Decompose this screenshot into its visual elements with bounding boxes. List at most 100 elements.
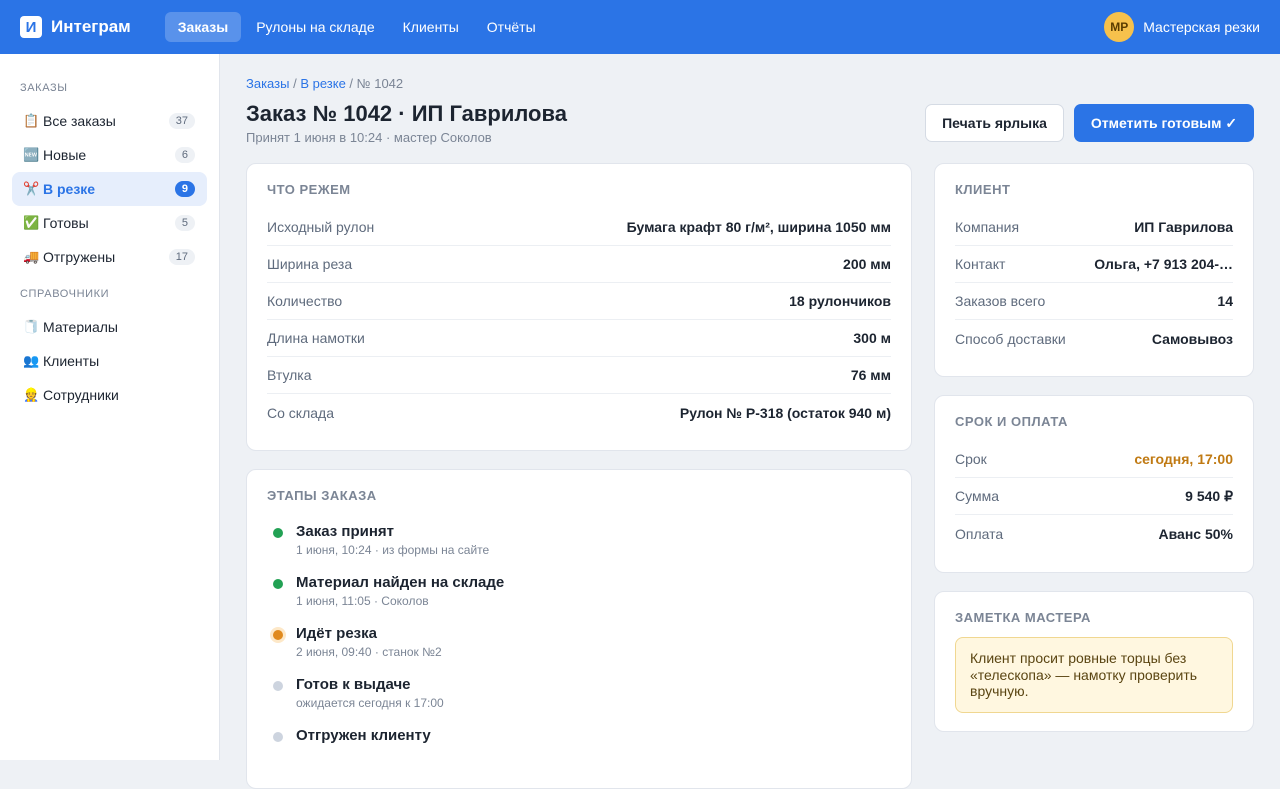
detail-row: Ширина реза 200 мм xyxy=(267,246,891,283)
count-badge: 9 xyxy=(174,181,195,197)
sidebar-item-ready[interactable]: ✅ Готовы 5 xyxy=(12,206,207,240)
row-value: 300 м xyxy=(853,330,891,346)
stage-meta: 1 июня, 11:05 · Соколов xyxy=(296,594,429,608)
count-badge: 37 xyxy=(168,113,195,129)
breadcrumb-current: № 1042 xyxy=(356,76,404,91)
sidebar-item-staff[interactable]: 👷 Сотрудники xyxy=(12,378,207,412)
detail-row: Со склада Рулон № Р-318 (остаток 940 м) xyxy=(267,394,891,431)
stage-meta: 2 июня, 09:40 · станок №2 xyxy=(296,645,442,659)
row-value: 76 мм xyxy=(850,367,891,383)
sidebar-item-new[interactable]: 🆕 Новые 6 xyxy=(12,138,207,172)
breadcrumb-separator: / xyxy=(349,76,357,91)
detail-row: Оплата Аванс 50% xyxy=(955,515,1233,552)
user-menu[interactable]: МР Мастерская резки xyxy=(1104,12,1260,42)
stage-item: Отгружен клиенту xyxy=(267,725,891,776)
stage-meta: ожидается сегодня к 17:00 xyxy=(296,696,444,710)
row-label: Длина намотки xyxy=(267,330,365,346)
nav-stock-rolls[interactable]: Рулоны на складе xyxy=(243,12,387,42)
stage-name: Заказ принят xyxy=(296,523,394,540)
row-value: Рулон № Р-318 (остаток 940 м) xyxy=(679,404,891,421)
row-label: Срок xyxy=(955,451,987,467)
deadline-value: сегодня, 17:00 xyxy=(1134,451,1233,467)
detail-row: Компания ИП Гаврилова xyxy=(955,209,1233,246)
nav-orders[interactable]: Заказы xyxy=(164,12,242,42)
row-label: Компания xyxy=(955,219,1020,235)
user-name[interactable]: Мастерская резки xyxy=(1143,19,1260,35)
breadcrumb-orders-link[interactable]: Заказы xyxy=(246,76,289,91)
row-value: 14 xyxy=(1217,293,1233,309)
avatar[interactable]: МР xyxy=(1104,12,1135,42)
nav-reports[interactable]: Отчёты xyxy=(474,12,549,42)
stage-pending-dot-icon xyxy=(273,681,283,691)
stage-name: Идёт резка xyxy=(296,625,377,642)
print-label-button[interactable]: Печать ярлыка xyxy=(925,104,1064,142)
row-value: Ольга, +7 913 204-… xyxy=(1094,256,1233,272)
main-nav: Заказы Рулоны на складе Клиенты Отчёты xyxy=(164,12,551,42)
detail-row: Способ доставки Самовывоз xyxy=(955,320,1233,357)
card-title: Что режем xyxy=(267,182,351,197)
page-subtitle: Принят 1 июня в 10:24 · мастер Соколов xyxy=(246,130,492,145)
count-badge: 6 xyxy=(174,147,195,163)
sidebar-item-label: Сотрудники xyxy=(43,387,119,403)
sidebar-item-label: Отгружены xyxy=(43,249,116,265)
row-value: 18 рулончиков xyxy=(789,293,891,309)
sidebar-item-label: В резке xyxy=(43,181,96,197)
row-value: 200 мм xyxy=(843,256,891,272)
sidebar-item-in-cutting[interactable]: ✂️ В резке 9 xyxy=(12,172,207,206)
stage-item: Материал найден на складе 1 июня, 11:05 … xyxy=(267,572,891,623)
stage-item: Идёт резка 2 июня, 09:40 · станок №2 xyxy=(267,623,891,674)
card-title: Клиент xyxy=(955,182,1011,197)
clipboard-icon: 📋 xyxy=(23,113,40,128)
sidebar-item-all-orders[interactable]: 📋 Все заказы 37 xyxy=(12,104,207,138)
app-name[interactable]: Интеграм xyxy=(51,17,131,37)
sidebar-item-clients[interactable]: 👥 Клиенты xyxy=(12,344,207,378)
detail-row: Количество 18 рулончиков xyxy=(267,283,891,320)
detail-row: Втулка 76 мм xyxy=(267,357,891,394)
master-note-card: Заметка мастера Клиент просит ровные тор… xyxy=(934,591,1254,732)
sidebar: Заказы 📋 Все заказы 37 🆕 Новые 6 ✂️ В ре… xyxy=(0,54,220,760)
card-title: Заметка мастера xyxy=(955,610,1091,625)
row-value: Бумага крафт 80 г/м², ширина 1050 мм xyxy=(626,219,891,235)
paper-roll-icon: 🧻 xyxy=(23,319,40,334)
row-label: Исходный рулон xyxy=(267,219,375,235)
scissors-icon: ✂️ xyxy=(23,181,40,196)
main-content: Заказы / В резке / № 1042 Заказ № 1042 ·… xyxy=(220,54,1280,789)
sidebar-item-label: Материалы xyxy=(43,319,118,335)
stage-meta: 1 июня, 10:24 · из формы на сайте xyxy=(296,543,490,557)
detail-row: Заказов всего 14 xyxy=(955,283,1233,320)
row-label: Количество xyxy=(267,293,343,309)
order-stages-card: Этапы заказа Заказ принят 1 июня, 10:24 … xyxy=(246,469,912,789)
mark-ready-button[interactable]: Отметить готовым ✓ xyxy=(1074,104,1254,142)
count-badge: 17 xyxy=(168,249,195,265)
row-value: 9 540 ₽ xyxy=(1185,487,1233,504)
row-label: Ширина реза xyxy=(267,256,353,272)
top-bar: И Интеграм Заказы Рулоны на складе Клиен… xyxy=(0,0,1280,54)
count-badge: 5 xyxy=(174,215,195,231)
sidebar-item-label: Все заказы xyxy=(43,113,116,129)
sidebar-item-label: Готовы xyxy=(43,215,89,231)
row-value: ИП Гаврилова xyxy=(1134,219,1233,235)
worker-icon: 👷 xyxy=(23,387,40,402)
sidebar-item-label: Клиенты xyxy=(43,353,100,369)
sidebar-item-label: Новые xyxy=(43,147,87,163)
card-title: Срок и оплата xyxy=(955,414,1068,429)
app-logo-icon[interactable]: И xyxy=(20,16,42,38)
sidebar-item-shipped[interactable]: 🚚 Отгружены 17 xyxy=(12,240,207,274)
page-title: Заказ № 1042 · ИП Гаврилова xyxy=(246,101,567,126)
truck-icon: 🚚 xyxy=(23,249,40,264)
check-mark-icon: ✅ xyxy=(23,215,40,230)
people-icon: 👥 xyxy=(23,353,40,368)
stage-done-dot-icon xyxy=(273,579,283,589)
detail-row: Исходный рулон Бумага крафт 80 г/м², шир… xyxy=(267,209,891,246)
row-label: Сумма xyxy=(955,488,999,504)
breadcrumb-in-cutting-link[interactable]: В резке xyxy=(300,76,345,91)
row-label: Оплата xyxy=(955,525,1004,542)
detail-row: Сумма 9 540 ₽ xyxy=(955,478,1233,515)
nav-clients[interactable]: Клиенты xyxy=(390,12,472,42)
term-payment-card: Срок и оплата Срок сегодня, 17:00 Сумма … xyxy=(934,395,1254,573)
sidebar-heading-references: Справочники xyxy=(20,288,110,300)
stage-item: Заказ принят 1 июня, 10:24 · из формы на… xyxy=(267,521,891,572)
stage-pending-dot-icon xyxy=(273,732,283,742)
sidebar-item-materials[interactable]: 🧻 Материалы xyxy=(12,310,207,344)
client-card: Клиент Компания ИП Гаврилова Контакт Оль… xyxy=(934,163,1254,377)
